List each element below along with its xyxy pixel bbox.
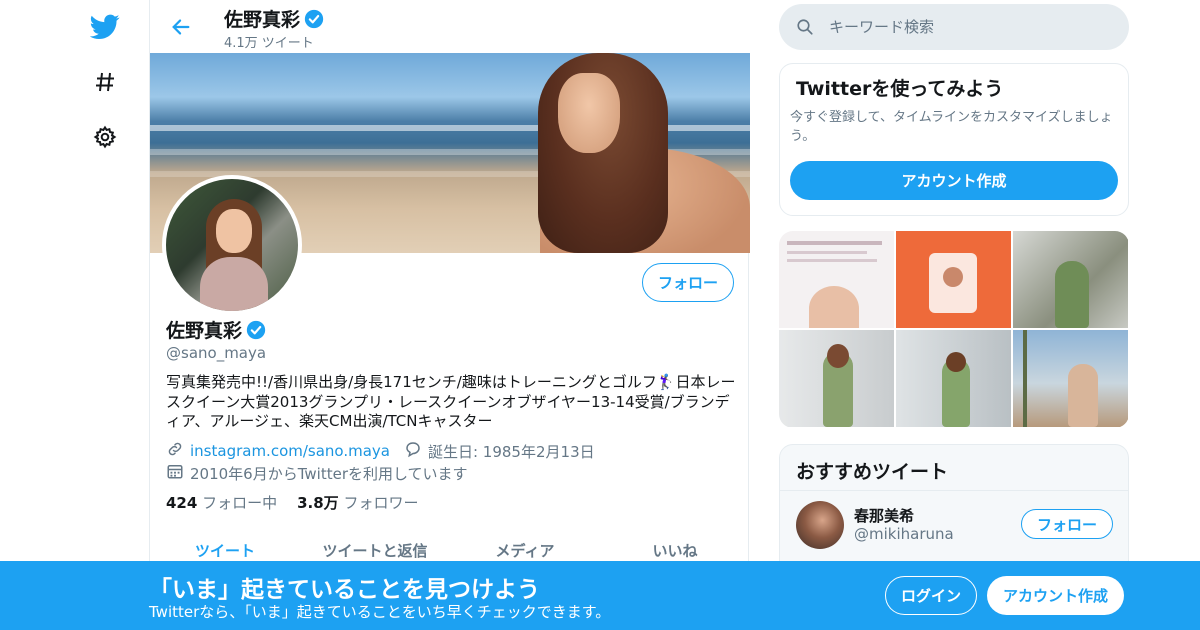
recommended-user-handle: @mikiharuna <box>854 525 954 543</box>
hashtag-icon[interactable] <box>88 65 122 99</box>
media-thumbnail[interactable] <box>779 330 894 427</box>
profile-column: 佐野真彩 4.1万 ツイート フォロー 佐野真彩 @sano_maya 写真集発… <box>149 0 750 630</box>
media-thumbnail[interactable] <box>779 231 894 328</box>
signup-card: Twitterを使ってみよう 今すぐ登録して、タイムラインをカスタマイズしましょ… <box>779 63 1129 216</box>
header-title: 佐野真彩 <box>224 5 324 32</box>
divider <box>780 490 1128 491</box>
following-label: フォロー中 <box>202 494 278 512</box>
login-button[interactable]: ログイン <box>885 576 977 615</box>
media-thumbnail[interactable] <box>896 231 1011 328</box>
recommended-follow-button[interactable]: フォロー <box>1021 509 1113 539</box>
header-name-text: 佐野真彩 <box>224 9 301 31</box>
search-box <box>779 4 1129 50</box>
followers-stat[interactable]: 3.8万 フォロワー <box>297 492 418 513</box>
recommended-user-avatar[interactable] <box>796 501 844 549</box>
link-icon <box>166 440 184 462</box>
following-count: 424 <box>166 494 198 512</box>
twitter-logo-icon[interactable] <box>88 10 122 44</box>
back-arrow-icon[interactable] <box>164 10 198 44</box>
profile-joined-row: 2010年6月からTwitterを利用しています <box>166 462 468 484</box>
gear-icon[interactable] <box>88 120 122 154</box>
tweet-count: 4.1万 ツイート <box>224 36 314 51</box>
verified-badge-icon <box>304 9 324 29</box>
profile-name: 佐野真彩 <box>166 316 266 343</box>
search-input[interactable] <box>829 18 1109 36</box>
profile-meta-row: instagram.com/sano.maya 誕生日: 1985年2月13日 <box>166 440 595 462</box>
signup-card-button[interactable]: アカウント作成 <box>790 161 1118 200</box>
profile-birthday: 誕生日: 1985年2月13日 <box>427 442 595 461</box>
left-nav <box>0 0 150 630</box>
profile-avatar[interactable] <box>162 175 302 315</box>
media-grid <box>779 231 1129 428</box>
profile-link[interactable]: instagram.com/sano.maya <box>190 442 390 460</box>
bottom-bar-subtitle: Twitterなら、「いま」起きていることをいち早くチェックできます。 <box>149 603 611 621</box>
signup-card-title: Twitterを使ってみよう <box>796 78 1004 100</box>
recommended-title: おすすめツイート <box>796 461 949 483</box>
media-thumbnail[interactable] <box>1013 231 1128 328</box>
signup-bottom-bar: 「いま」起きていることを見つけよう Twitterなら、「いま」起きていることを… <box>0 561 1200 630</box>
followers-count: 3.8万 <box>297 494 339 512</box>
media-thumbnail[interactable] <box>1013 330 1128 427</box>
follow-stats: 424 フォロー中 3.8万 フォロワー <box>166 492 418 513</box>
verified-badge-icon <box>246 320 266 340</box>
profile-header: 佐野真彩 4.1万 ツイート <box>150 0 750 53</box>
search-icon <box>795 17 815 37</box>
signup-card-description: 今すぐ登録して、タイムラインをカスタマイズしましょう。 <box>790 110 1113 144</box>
media-thumbnail[interactable] <box>896 330 1011 427</box>
signup-button[interactable]: アカウント作成 <box>987 576 1124 615</box>
follow-button[interactable]: フォロー <box>642 263 734 302</box>
following-stat[interactable]: 424 フォロー中 <box>166 492 277 513</box>
birthday-icon <box>404 440 422 462</box>
bottom-bar-title: 「いま」起きていることを見つけよう <box>149 577 540 603</box>
recommended-user-name[interactable]: 春那美希 <box>854 505 914 526</box>
profile-joined: 2010年6月からTwitterを利用しています <box>190 464 468 483</box>
profile-bio: 写真集発売中!!/香川県出身/身長171センチ/趣味はトレーニングとゴルフ🏌️‍… <box>166 373 736 430</box>
profile-handle: @sano_maya <box>166 344 267 362</box>
followers-label: フォロワー <box>343 494 419 512</box>
calendar-icon <box>166 462 184 484</box>
profile-name-text: 佐野真彩 <box>166 320 243 342</box>
